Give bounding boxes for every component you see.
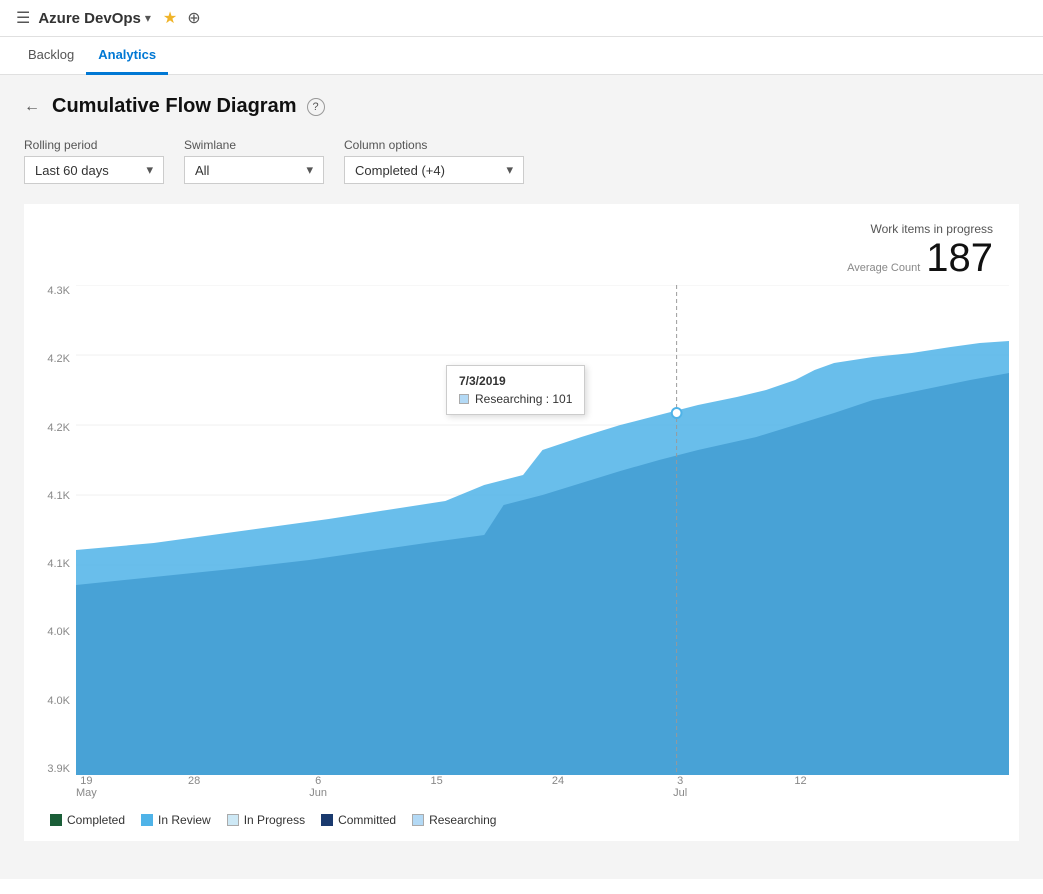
- legend-in-progress-dot: [227, 814, 239, 826]
- rolling-period-label: Rolling period: [24, 138, 164, 152]
- x-month-5: Jul: [673, 787, 687, 799]
- y-axis: 4.3K 4.2K 4.2K 4.1K 4.1K 4.0K 4.0K 3.9K: [34, 285, 76, 775]
- y-label-4: 4.1K: [47, 558, 70, 570]
- x-month-0: May: [76, 787, 97, 799]
- filters-row: Rolling period Last 60 days ▾ Swimlane A…: [24, 138, 1019, 184]
- stats-label: Work items in progress: [50, 222, 993, 236]
- tab-backlog[interactable]: Backlog: [16, 37, 86, 75]
- swimlane-label: Swimlane: [184, 138, 324, 152]
- legend-in-review-dot: [141, 814, 153, 826]
- x-label-28: 28: [188, 775, 200, 787]
- column-options-label: Column options: [344, 138, 524, 152]
- y-label-0: 4.3K: [47, 285, 70, 297]
- x-label-15: 15: [431, 775, 443, 787]
- swimlane-filter: Swimlane All ▾: [184, 138, 324, 184]
- legend-in-review: In Review: [141, 813, 211, 827]
- y-label-7: 3.9K: [47, 763, 70, 775]
- column-options-value: Completed (+4): [355, 163, 500, 178]
- x-label-24: 24: [552, 775, 564, 787]
- back-button[interactable]: ←: [24, 98, 40, 116]
- legend-researching-dot: [412, 814, 424, 826]
- x-month-2: Jun: [309, 787, 327, 799]
- x-label-3-jul: 3 Jul: [673, 775, 687, 799]
- legend-in-review-label: In Review: [158, 813, 211, 827]
- stats-value: 187: [926, 236, 993, 281]
- column-options-chevron-icon: ▾: [506, 162, 513, 178]
- rolling-period-select[interactable]: Last 60 days ▾: [24, 156, 164, 184]
- legend-committed-dot: [321, 814, 333, 826]
- stats-sublabel: Average Count: [847, 262, 920, 274]
- y-label-6: 4.0K: [47, 695, 70, 707]
- tab-analytics[interactable]: Analytics: [86, 37, 168, 75]
- swimlane-chevron-icon: ▾: [306, 162, 313, 178]
- legend-completed: Completed: [50, 813, 125, 827]
- legend-committed: Committed: [321, 813, 396, 827]
- researching-area: [76, 341, 1009, 775]
- chart-stats: Work items in progress Average Count 187: [34, 214, 1009, 285]
- legend-committed-label: Committed: [338, 813, 396, 827]
- menu-icon[interactable]: ☰: [16, 8, 30, 28]
- column-options-select[interactable]: Completed (+4) ▾: [344, 156, 524, 184]
- rolling-period-value: Last 60 days: [35, 163, 140, 178]
- rolling-period-chevron-icon: ▾: [146, 162, 153, 178]
- person-icon[interactable]: ⊕: [187, 8, 200, 28]
- help-icon[interactable]: ?: [307, 98, 325, 116]
- legend-completed-dot: [50, 814, 62, 826]
- x-label-19-may: 19 May: [76, 775, 97, 799]
- legend-in-progress: In Progress: [227, 813, 305, 827]
- nav-tabs: Backlog Analytics: [0, 37, 1043, 75]
- x-date-2: 6: [315, 775, 321, 787]
- app-header: ☰ Azure DevOps ▾ ★ ⊕: [0, 0, 1043, 37]
- x-date-1: 28: [188, 775, 200, 787]
- x-date-5: 3: [677, 775, 683, 787]
- app-title: Azure DevOps: [38, 10, 141, 27]
- legend-researching-label: Researching: [429, 813, 496, 827]
- x-date-6: 12: [794, 775, 806, 787]
- x-label-6-jun: 6 Jun: [309, 775, 327, 799]
- x-date-3: 15: [431, 775, 443, 787]
- x-axis: 19 May 28 6 Jun 15 24: [76, 775, 1009, 805]
- chart-container: Work items in progress Average Count 187…: [24, 204, 1019, 841]
- chart-legend: Completed In Review In Progress Committe…: [34, 805, 1009, 831]
- favorite-icon[interactable]: ★: [163, 8, 177, 28]
- y-label-5: 4.0K: [47, 626, 70, 638]
- y-label-1: 4.2K: [47, 353, 70, 365]
- rolling-period-filter: Rolling period Last 60 days ▾: [24, 138, 164, 184]
- x-label-12: 12: [794, 775, 806, 787]
- x-date-0: 19: [80, 775, 92, 787]
- legend-in-progress-label: In Progress: [244, 813, 305, 827]
- y-label-3: 4.1K: [47, 490, 70, 502]
- chart-svg-area[interactable]: 7/3/2019 Researching : 101: [76, 285, 1009, 775]
- title-chevron-icon[interactable]: ▾: [145, 11, 151, 25]
- chart-wrap: 4.3K 4.2K 4.2K 4.1K 4.1K 4.0K 4.0K 3.9K: [34, 285, 1009, 805]
- x-date-4: 24: [552, 775, 564, 787]
- legend-researching: Researching: [412, 813, 496, 827]
- y-label-2: 4.2K: [47, 422, 70, 434]
- legend-completed-label: Completed: [67, 813, 125, 827]
- page-header: ← Cumulative Flow Diagram ?: [24, 95, 1019, 118]
- content-area: ← Cumulative Flow Diagram ? Rolling peri…: [0, 75, 1043, 879]
- swimlane-value: All: [195, 163, 300, 178]
- page-title: Cumulative Flow Diagram: [52, 95, 297, 118]
- swimlane-select[interactable]: All ▾: [184, 156, 324, 184]
- column-options-filter: Column options Completed (+4) ▾: [344, 138, 524, 184]
